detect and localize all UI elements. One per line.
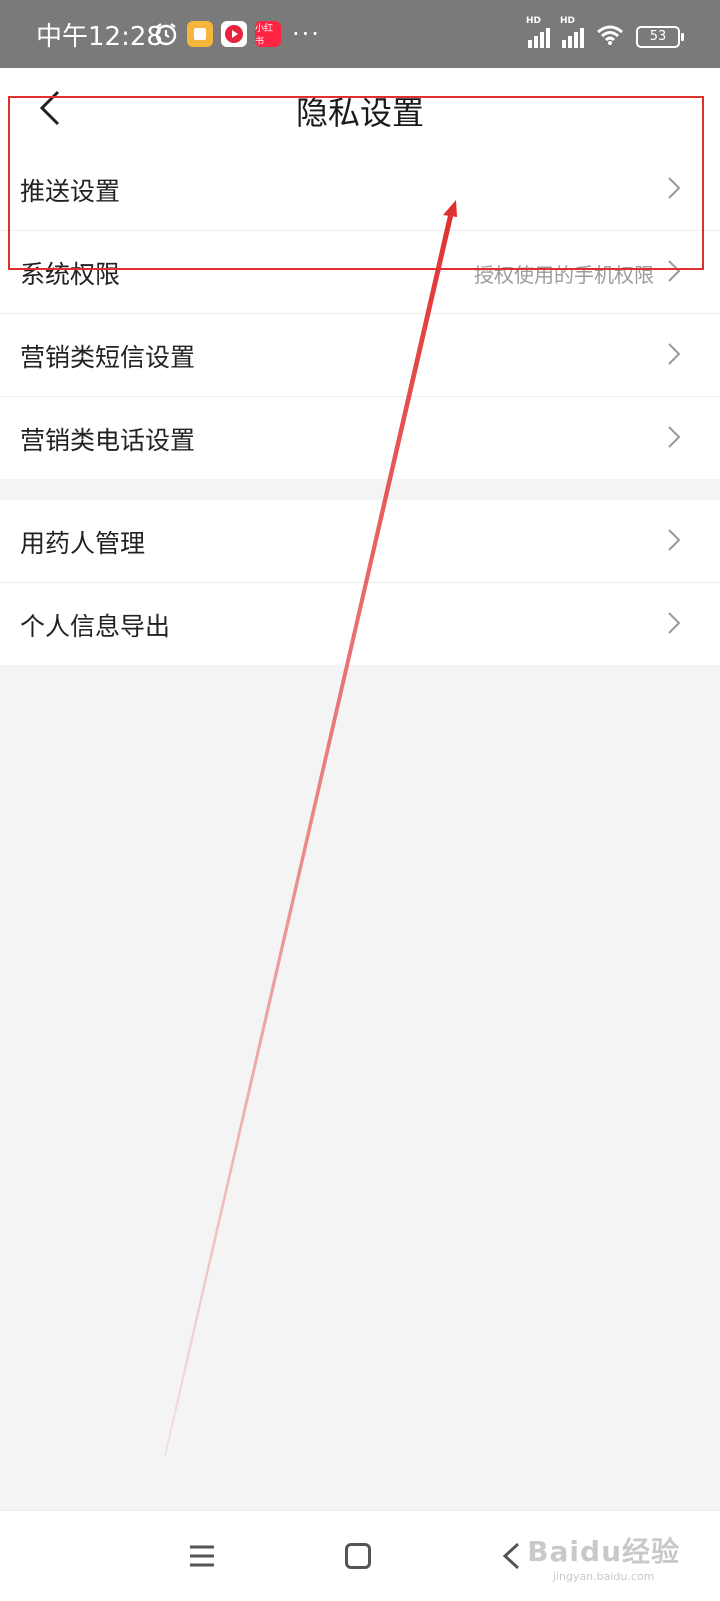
xiaohongshu-app-icon: 小红书 <box>255 21 281 47</box>
more-notifications-icon: ··· <box>292 20 321 48</box>
list-item-marketing-sms[interactable]: 营销类短信设置 <box>0 313 720 396</box>
signal-2-icon: HD <box>560 16 584 48</box>
list-item-system-permissions[interactable]: 系统权限 授权使用的手机权限 <box>0 230 720 313</box>
chevron-right-icon <box>668 529 681 551</box>
chevron-left-icon <box>502 1542 520 1570</box>
list-item-subtitle: 授权使用的手机权限 <box>474 263 654 287</box>
status-system-icons: HD HD 53 <box>526 16 684 50</box>
video-app-icon <box>221 21 247 47</box>
list-item-label: 系统权限 <box>20 260 121 289</box>
chevron-right-icon <box>668 177 681 199</box>
alarm-icon <box>153 21 179 47</box>
home-button[interactable] <box>345 1543 371 1569</box>
status-bar: 中午12:28 小红书 ··· HD HD 53 <box>0 0 720 68</box>
list-item-personal-info-export[interactable]: 个人信息导出 <box>0 582 720 665</box>
chevron-right-icon <box>668 426 681 448</box>
settings-group-data: 用药人管理 个人信息导出 <box>0 500 720 665</box>
page-title: 隐私设置 <box>295 94 424 132</box>
wifi-icon <box>596 24 624 50</box>
list-item-push-settings[interactable]: 推送设置 <box>0 148 720 230</box>
chevron-right-icon <box>668 612 681 634</box>
list-item-label: 个人信息导出 <box>20 612 171 641</box>
system-back-button[interactable] <box>500 1541 522 1575</box>
baidu-jingyan-watermark: Baidu经验 jingyan.baidu.com <box>527 1530 680 1583</box>
battery-icon: 53 <box>636 26 684 48</box>
watermark-url: jingyan.baidu.com <box>552 1570 655 1583</box>
list-item-label: 推送设置 <box>20 177 121 206</box>
settings-group-privacy: 推送设置 系统权限 授权使用的手机权限 营销类短信设置 营销类电话设置 <box>0 148 720 479</box>
header: 隐私设置 <box>0 68 720 148</box>
list-item-label: 用药人管理 <box>20 529 146 558</box>
list-item-marketing-calls[interactable]: 营销类电话设置 <box>0 396 720 479</box>
recent-apps-button[interactable] <box>188 1543 216 1573</box>
list-item-medication-user[interactable]: 用药人管理 <box>0 500 720 582</box>
list-item-label: 营销类电话设置 <box>20 426 196 455</box>
status-notification-icons: 小红书 <box>153 21 281 47</box>
watermark-logo-text: Baidu经验 <box>527 1535 680 1568</box>
chevron-right-icon <box>668 260 681 282</box>
menu-icon <box>190 1545 214 1567</box>
notes-app-icon <box>187 21 213 47</box>
status-time: 中午12:28 <box>36 22 163 52</box>
chevron-right-icon <box>668 343 681 365</box>
list-item-label: 营销类短信设置 <box>20 343 196 372</box>
signal-1-icon: HD <box>526 16 550 48</box>
